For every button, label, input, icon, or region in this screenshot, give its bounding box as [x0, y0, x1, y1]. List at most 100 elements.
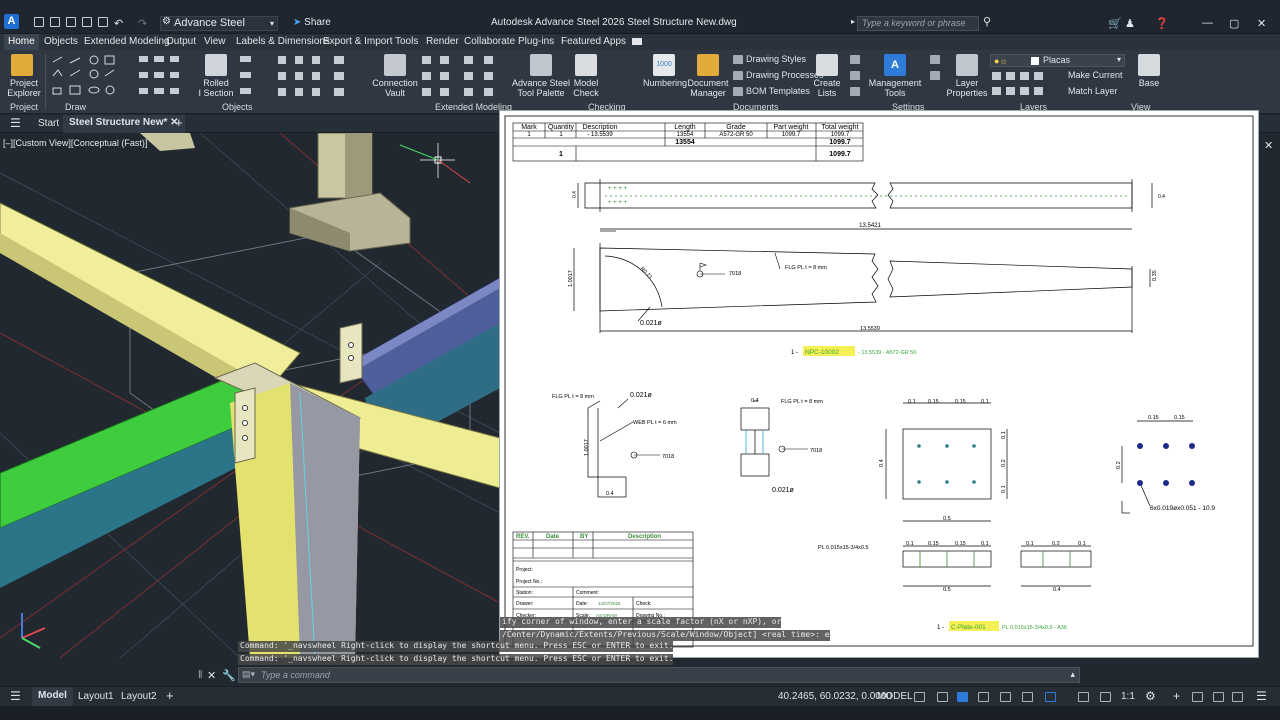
annotation-scale[interactable]: 1:1 — [1121, 691, 1135, 702]
tab-export-import[interactable]: Export & Import — [323, 36, 392, 47]
tab-view[interactable]: View — [204, 36, 226, 47]
viewport-label[interactable]: [–][Custom View][Conceptual (Fast)] — [3, 138, 147, 148]
search-icon[interactable]: ⚲ — [983, 15, 991, 28]
tab-model[interactable]: Model — [32, 687, 73, 706]
tab-labels-dimensions[interactable]: Labels & Dimensions — [236, 36, 330, 47]
chevron-up-icon[interactable]: ▴ — [1070, 669, 1075, 680]
menu-icon[interactable]: ☰ — [10, 689, 21, 703]
minimize-icon[interactable]: — — [1202, 17, 1213, 29]
tool-palette-icon[interactable] — [530, 54, 552, 76]
make-current-button[interactable]: Make Current — [1068, 70, 1123, 80]
bom-templates-button[interactable]: BOM Templates — [746, 86, 810, 96]
save-icon[interactable] — [66, 17, 76, 27]
connection-vault-icon[interactable] — [384, 54, 406, 76]
object-tools[interactable] — [136, 54, 196, 100]
tool-palette-label[interactable]: Advance Steel Tool Palette — [512, 78, 570, 98]
clean-screen-icon[interactable] — [1232, 692, 1243, 702]
gear-icon[interactable]: ⚙ — [1145, 689, 1156, 703]
management-tools-label[interactable]: Management Tools — [866, 78, 924, 98]
draw-tools[interactable] — [50, 54, 130, 100]
tab-collaborate[interactable]: Collaborate — [464, 36, 515, 47]
layer-properties-icon[interactable] — [956, 54, 978, 76]
layer-select[interactable]: ●☼ Placas ▾ — [990, 54, 1125, 67]
tab-layout1[interactable]: Layout1 — [78, 691, 114, 702]
user-icon[interactable]: ♟ — [1125, 17, 1135, 30]
base-view-icon[interactable] — [1138, 54, 1160, 76]
create-lists-icon[interactable] — [816, 54, 838, 76]
workspace-select[interactable]: Advance Steel ▾ — [160, 16, 278, 31]
drawing-styles-button[interactable]: Drawing Styles — [746, 54, 806, 64]
model-viewport[interactable]: [–][Custom View][Conceptual (Fast)] — [0, 133, 500, 658]
project-explorer-icon[interactable] — [11, 54, 33, 76]
object-tools-2[interactable] — [238, 54, 368, 100]
redo-icon[interactable]: ↷ — [138, 17, 147, 30]
panel-toggle-icon[interactable] — [632, 38, 642, 45]
match-layer-button[interactable]: Match Layer — [1068, 86, 1118, 96]
numbering-label[interactable]: Numbering — [640, 78, 690, 88]
management-tools-icon[interactable]: A — [884, 54, 906, 76]
connection-vault-label[interactable]: Connection Vault — [370, 78, 420, 98]
snap-icon[interactable] — [937, 692, 948, 702]
tab-output[interactable]: Output — [166, 36, 196, 47]
search-input[interactable]: Type a keyword or phrase — [857, 16, 979, 31]
isodraft-icon[interactable] — [1000, 692, 1011, 702]
document-manager-icon[interactable] — [697, 54, 719, 76]
layer-tools[interactable] — [990, 70, 1060, 96]
base-label[interactable]: Base — [1135, 78, 1163, 88]
drawing-preview[interactable]: Mark Quantity Description Length Grade P… — [499, 110, 1259, 658]
close-icon[interactable]: ✕ — [1257, 17, 1266, 30]
command-input[interactable]: ▤▾ Type a command ▴ — [238, 667, 1080, 683]
grid-icon[interactable] — [914, 692, 925, 702]
share-button[interactable]: ➤ Share — [293, 17, 331, 28]
document-manager-label[interactable]: Document Manager — [684, 78, 732, 98]
settings-icon-2[interactable] — [850, 71, 860, 80]
tab-layout2[interactable]: Layout2 — [121, 691, 157, 702]
model-check-label[interactable]: Model Check — [567, 78, 605, 98]
model-space-toggle[interactable]: MODEL — [877, 691, 913, 702]
i-section-icon[interactable] — [205, 54, 227, 76]
project-explorer-label[interactable]: Project Explorer — [4, 78, 44, 98]
maximize-icon[interactable]: ▢ — [1229, 17, 1239, 30]
settings-icon-5[interactable] — [930, 71, 940, 80]
wrench-icon[interactable]: 🔧 — [222, 669, 236, 682]
tab-plug-ins[interactable]: Plug-ins — [518, 36, 554, 47]
3d-model[interactable] — [0, 133, 500, 658]
settings-icon-1[interactable] — [850, 55, 860, 64]
annotation-icon[interactable] — [1078, 692, 1089, 702]
command-grip-icon[interactable]: ‖ — [198, 669, 203, 681]
model-check-icon[interactable] — [575, 54, 597, 76]
print-icon[interactable] — [98, 17, 108, 27]
tab-steel-structure[interactable]: Steel Structure New* ✕ — [63, 115, 185, 133]
new-icon[interactable] — [34, 17, 44, 27]
tab-home[interactable]: Home — [4, 34, 39, 50]
app-logo[interactable]: A — [4, 14, 19, 29]
isolate-icon[interactable] — [1192, 692, 1203, 702]
add-layout-icon[interactable]: + — [166, 688, 174, 703]
close-icon[interactable]: ✕ — [207, 669, 216, 682]
settings-icon-4[interactable] — [930, 55, 940, 64]
polar-icon[interactable] — [978, 692, 989, 702]
new-tab-icon[interactable]: + — [175, 115, 183, 130]
save-as-icon[interactable] — [82, 17, 92, 27]
create-lists-label[interactable]: Create Lists — [810, 78, 844, 98]
settings-icon-3[interactable] — [850, 87, 860, 96]
customize-icon[interactable]: ☰ — [1256, 689, 1267, 703]
osnap-icon[interactable] — [1022, 692, 1033, 702]
close-icon[interactable]: ✕ — [1264, 139, 1273, 152]
tab-render[interactable]: Render — [426, 36, 459, 47]
tab-featured-apps[interactable]: Featured Apps — [561, 36, 626, 47]
numbering-icon[interactable]: 1000 — [653, 54, 675, 76]
tab-tools[interactable]: Tools — [395, 36, 418, 47]
menu-icon[interactable]: ☰ — [10, 116, 21, 130]
plus-icon[interactable]: + — [1173, 689, 1180, 703]
undo-icon[interactable]: ↶ — [114, 17, 123, 30]
osnap-3d-icon[interactable] — [1045, 692, 1056, 702]
ortho-icon[interactable] — [957, 692, 968, 702]
hardware-acceleration-icon[interactable] — [1213, 692, 1224, 702]
rolled-section-label[interactable]: Rolled I Section — [196, 78, 236, 98]
annotation-visibility-icon[interactable] — [1100, 692, 1111, 702]
layer-properties-label[interactable]: Layer Properties — [944, 78, 990, 98]
tab-extended-modeling[interactable]: Extended Modeling — [84, 36, 170, 47]
extended-tools[interactable] — [420, 54, 500, 100]
cart-icon[interactable]: 🛒 — [1108, 17, 1122, 30]
